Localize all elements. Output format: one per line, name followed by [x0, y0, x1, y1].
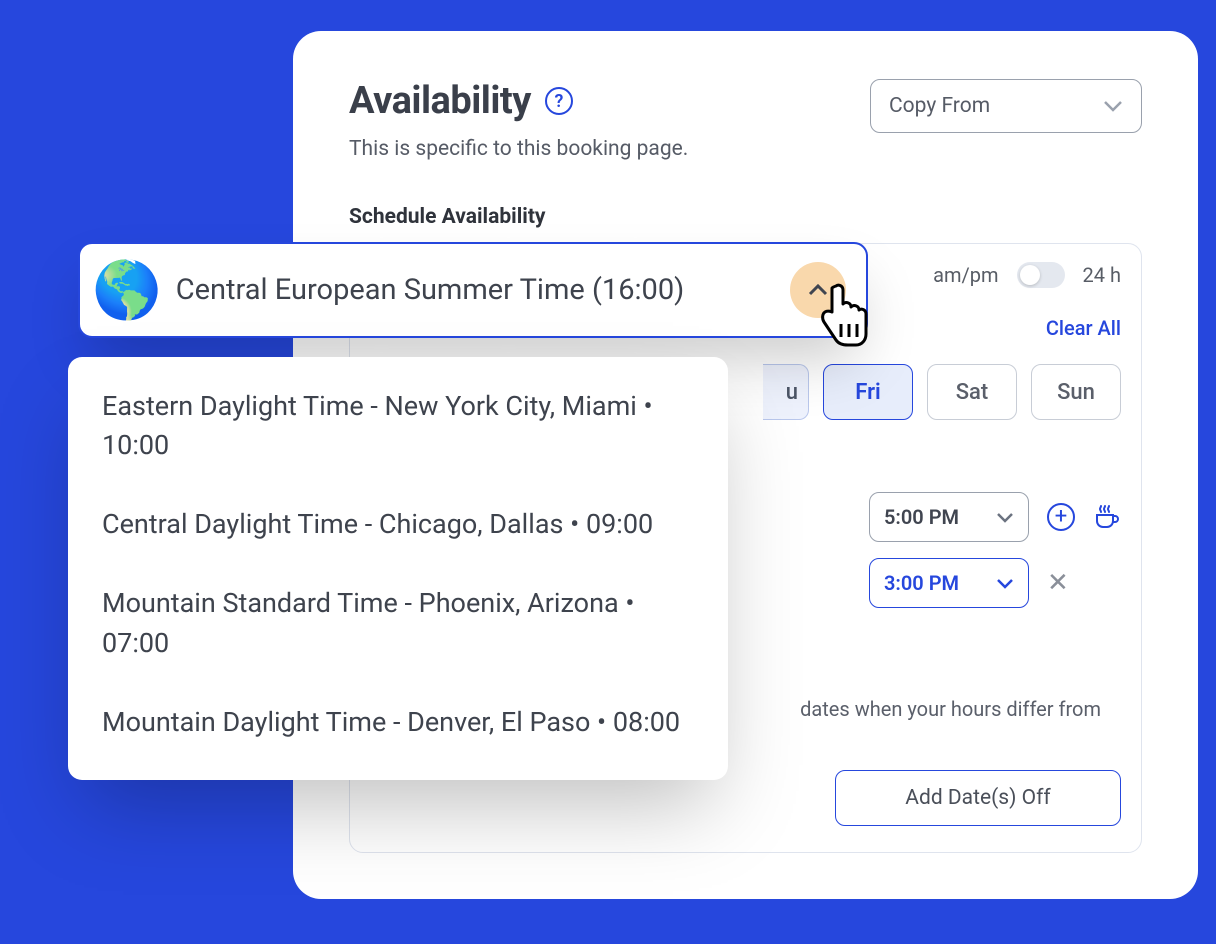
dates-off-hint: dates when your hours differ from	[800, 694, 1101, 724]
day-chip-sat[interactable]: Sat	[927, 364, 1017, 420]
timezone-dropdown: Eastern Daylight Time - New York City, M…	[68, 357, 728, 780]
time-select-start[interactable]: 3:00 PM	[869, 558, 1029, 608]
format-24h-label: 24 h	[1083, 263, 1121, 287]
title-row: Availability ?	[349, 79, 688, 123]
page-subtitle: This is specific to this booking page.	[349, 137, 688, 161]
globe-icon: 🌎	[92, 262, 162, 318]
format-ampm-label: am/pm	[933, 263, 998, 287]
time-slots: 5:00 PM + 3:00 PM	[869, 492, 1121, 608]
help-icon[interactable]: ?	[545, 87, 573, 115]
timezone-selector[interactable]: 🌎 Central European Summer Time (16:00)	[78, 242, 868, 338]
toggle-knob	[1020, 265, 1040, 285]
day-chip-sun[interactable]: Sun	[1031, 364, 1121, 420]
add-dates-off-button[interactable]: Add Date(s) Off	[835, 770, 1121, 826]
day-chip-fri[interactable]: Fri	[823, 364, 913, 420]
timezone-option[interactable]: Central Daylight Time - Chicago, Dallas …	[102, 505, 694, 544]
days-row: u Fri Sat Sun	[763, 364, 1121, 420]
day-chip-thu[interactable]: u	[763, 364, 809, 420]
section-label: Schedule Availability	[349, 205, 1142, 229]
title-block: Availability ? This is specific to this …	[349, 79, 688, 161]
remove-slot-button[interactable]: ✕	[1047, 568, 1069, 598]
timezone-current: Central European Summer Time (16:00)	[176, 273, 776, 307]
timezone-option[interactable]: Mountain Standard Time - Phoenix, Arizon…	[102, 584, 694, 662]
chevron-down-icon	[996, 578, 1014, 589]
time-select-end[interactable]: 5:00 PM	[869, 492, 1029, 542]
time-select-end-value: 5:00 PM	[884, 505, 959, 529]
chevron-down-icon	[1103, 100, 1123, 112]
copy-from-label: Copy From	[889, 94, 990, 118]
chevron-up-icon	[807, 283, 829, 297]
time-row-1: 5:00 PM +	[869, 492, 1121, 542]
copy-from-dropdown[interactable]: Copy From	[870, 79, 1142, 133]
timezone-option[interactable]: Mountain Daylight Time - Denver, El Paso…	[102, 703, 694, 742]
card-header: Availability ? This is specific to this …	[349, 79, 1142, 161]
time-select-start-value: 3:00 PM	[884, 571, 959, 595]
time-format-toggle[interactable]	[1017, 262, 1065, 288]
time-row-2: 3:00 PM ✕	[869, 558, 1121, 608]
timezone-option[interactable]: Eastern Daylight Time - New York City, M…	[102, 387, 694, 465]
break-icon[interactable]	[1093, 503, 1121, 531]
add-slot-button[interactable]: +	[1047, 503, 1075, 531]
page-title: Availability	[349, 79, 531, 123]
chevron-down-icon	[996, 512, 1014, 523]
timezone-collapse-button[interactable]	[790, 262, 846, 318]
clear-all-link[interactable]: Clear All	[1046, 316, 1121, 340]
